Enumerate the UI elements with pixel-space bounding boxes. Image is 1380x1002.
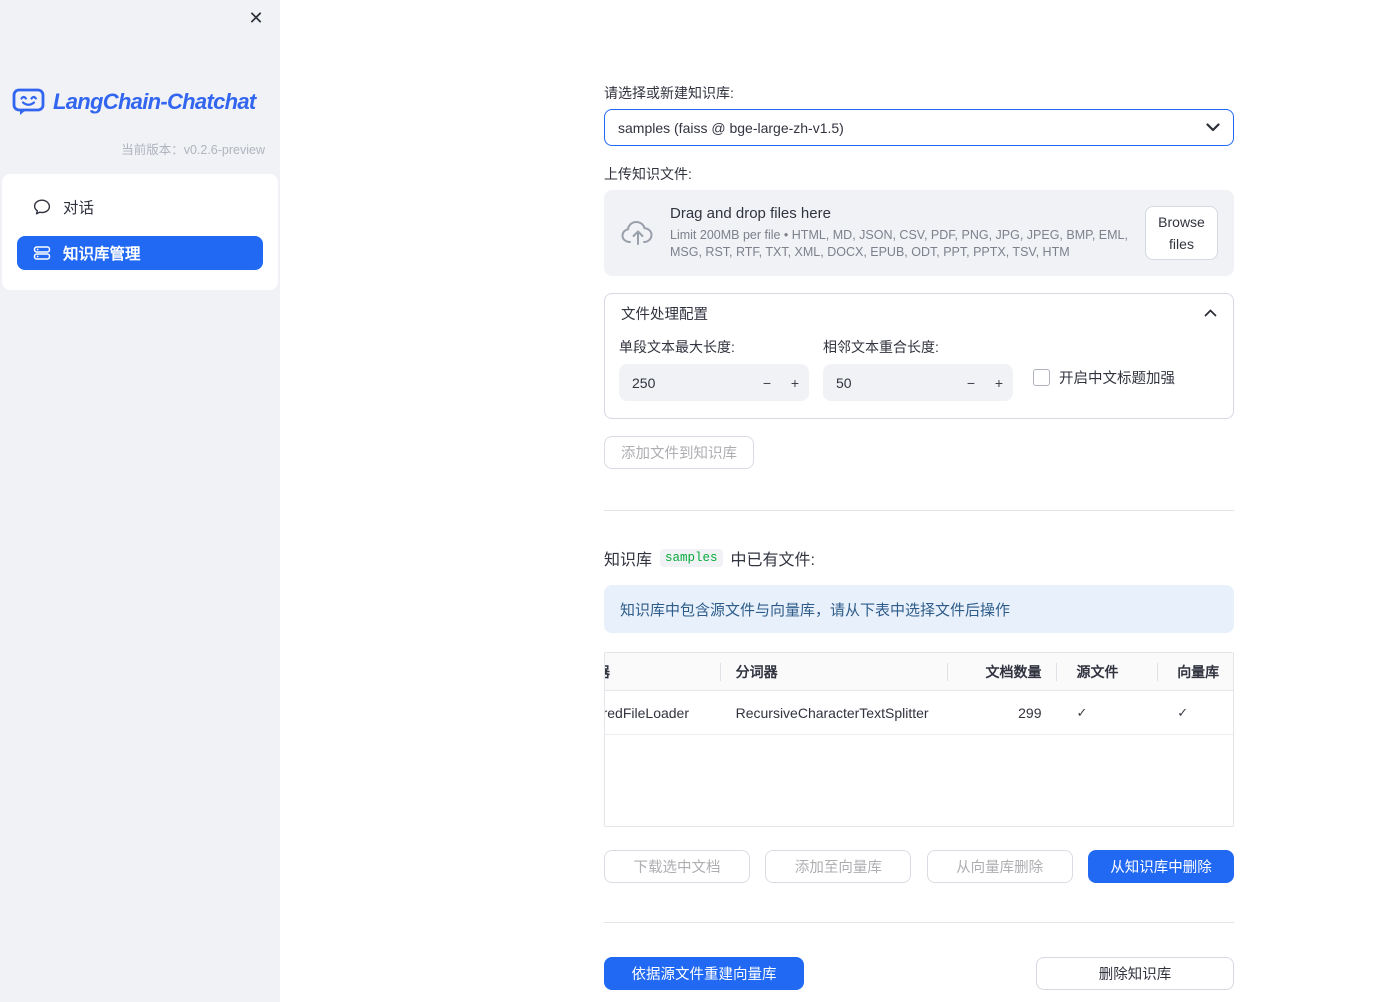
chunk-size-group: 单段文本最大长度: 250 − + xyxy=(619,337,809,401)
kb-select-value: samples (faiss @ bge-large-zh-v1.5) xyxy=(618,119,844,136)
chunk-size-input[interactable]: 250 − + xyxy=(619,364,809,401)
kb-stack-icon xyxy=(33,244,51,262)
chevron-up-icon xyxy=(1204,309,1217,317)
files-table[interactable]: 文档加载器 分词器 文档数量 源文件 向量库 UnstructuredFileL… xyxy=(604,652,1234,827)
dropzone-limit-text: Limit 200MB per file • HTML, MD, JSON, C… xyxy=(670,228,1128,259)
delete-from-vector-store-button[interactable]: 从向量库删除 xyxy=(926,850,1073,883)
info-banner: 知识库中包含源文件与向量库，请从下表中选择文件后操作 xyxy=(604,585,1234,633)
file-dropzone[interactable]: Drag and drop files here Limit 200MB per… xyxy=(604,190,1234,276)
existing-files-heading: 知识库 samples 中已有文件: xyxy=(604,546,1234,570)
column-header-label: 文档加载器 xyxy=(605,662,610,682)
expander-body: 单段文本最大长度: 250 − + 相邻文本重合长度: 50 − + 开启中文标… xyxy=(605,332,1233,418)
chunk-size-label: 单段文本最大长度: xyxy=(619,339,735,355)
heading-suffix: 中已有文件: xyxy=(730,552,815,569)
delete-from-kb-button[interactable]: 从知识库中删除 xyxy=(1087,850,1234,883)
sidebar-item-label: 对话 xyxy=(63,200,95,217)
overlap-size-decrement-button[interactable]: − xyxy=(957,364,985,401)
upload-label: 上传知识文件: xyxy=(604,166,692,182)
cell-source-file-check: ✓ xyxy=(1076,704,1088,720)
expander-title: 文件处理配置 xyxy=(621,306,708,323)
chevron-down-icon xyxy=(1206,123,1220,132)
app-title: LangChain-Chatchat xyxy=(53,89,256,114)
divider xyxy=(604,922,1234,923)
app-window: ✕ LangChain-Chatchat 当前版本：v0.2.6-preview xyxy=(0,0,1380,1002)
kb-select[interactable]: samples (faiss @ bge-large-zh-v1.5) xyxy=(604,109,1234,146)
overlap-size-input[interactable]: 50 − + xyxy=(823,364,1013,401)
chatchat-logo-icon xyxy=(12,86,46,118)
delete-kb-button[interactable]: 删除知识库 xyxy=(1036,957,1234,990)
divider xyxy=(604,510,1234,511)
kb-name-code: samples xyxy=(660,549,723,567)
main-content: 请选择或新建知识库: samples (faiss @ bge-large-zh… xyxy=(604,0,1234,990)
kb-select-label: 请选择或新建知识库: xyxy=(604,85,734,101)
add-files-to-kb-button[interactable]: 添加文件到知识库 xyxy=(604,436,754,469)
rebuild-vector-store-button[interactable]: 依据源文件重建向量库 xyxy=(604,957,804,990)
sidebar-item-label: 知识库管理 xyxy=(63,246,141,263)
column-header-source-file[interactable]: 源文件 xyxy=(1056,653,1157,690)
cell-splitter: RecursiveCharacterTextSplitter xyxy=(735,704,929,721)
column-header-vector-store[interactable]: 向量库 xyxy=(1157,653,1233,690)
cell-doc-count: 299 xyxy=(1018,704,1042,721)
chat-bubble-icon xyxy=(33,198,51,216)
table-header-row: 文档加载器 分词器 文档数量 源文件 向量库 xyxy=(605,653,1233,691)
browse-files-button[interactable]: Browse files xyxy=(1145,205,1218,261)
app-logo: LangChain-Chatchat xyxy=(12,86,268,118)
zh-title-enhance-checkbox[interactable]: 开启中文标题加强 xyxy=(1033,367,1175,388)
sidebar-close-icon[interactable]: ✕ xyxy=(244,6,268,30)
overlap-size-value: 50 xyxy=(836,374,852,391)
column-header-doc-count[interactable]: 文档数量 xyxy=(946,653,1057,690)
table-row[interactable]: UnstructuredFileLoader RecursiveCharacte… xyxy=(605,691,1233,735)
version-text: 当前版本：v0.2.6-preview xyxy=(121,143,265,157)
sidebar: ✕ LangChain-Chatchat 当前版本：v0.2.6-preview xyxy=(0,0,280,1002)
download-selected-button[interactable]: 下载选中文档 xyxy=(604,850,750,883)
overlap-size-group: 相邻文本重合长度: 50 − + xyxy=(823,337,1013,401)
heading-prefix: 知识库 xyxy=(604,552,653,569)
chunk-size-increment-button[interactable]: + xyxy=(781,364,809,401)
checkbox-label: 开启中文标题加强 xyxy=(1059,371,1175,387)
chunk-size-decrement-button[interactable]: − xyxy=(753,364,781,401)
overlap-size-label: 相邻文本重合长度: xyxy=(823,339,939,355)
kb-actions-row: 依据源文件重建向量库 删除知识库 xyxy=(604,957,1234,990)
column-header-loader[interactable]: 文档加载器 xyxy=(605,653,720,690)
expander-header[interactable]: 文件处理配置 xyxy=(605,294,1233,332)
cell-loader: UnstructuredFileLoader xyxy=(605,704,689,721)
sidebar-nav: 对话 知识库管理 xyxy=(2,174,278,290)
add-to-vector-store-button[interactable]: 添加至向量库 xyxy=(765,850,912,883)
overlap-size-increment-button[interactable]: + xyxy=(985,364,1013,401)
dropzone-text: Drag and drop files here Limit 200MB per… xyxy=(670,205,1131,261)
checkbox-box[interactable] xyxy=(1033,369,1050,386)
sidebar-item-kb-management[interactable]: 知识库管理 xyxy=(17,236,263,270)
file-actions-row: 下载选中文档 添加至向量库 从向量库删除 从知识库中删除 xyxy=(604,850,1234,883)
cell-vector-store-check: ✓ xyxy=(1177,704,1189,720)
upload-cloud-icon xyxy=(620,218,656,248)
file-config-expander: 文件处理配置 单段文本最大长度: 250 − + 相邻文本重合长度: 50 − … xyxy=(604,293,1234,419)
sidebar-item-dialogue[interactable]: 对话 xyxy=(17,190,263,224)
column-header-splitter[interactable]: 分词器 xyxy=(719,653,947,690)
chunk-size-value: 250 xyxy=(632,374,656,391)
dropzone-title: Drag and drop files here xyxy=(670,205,831,223)
